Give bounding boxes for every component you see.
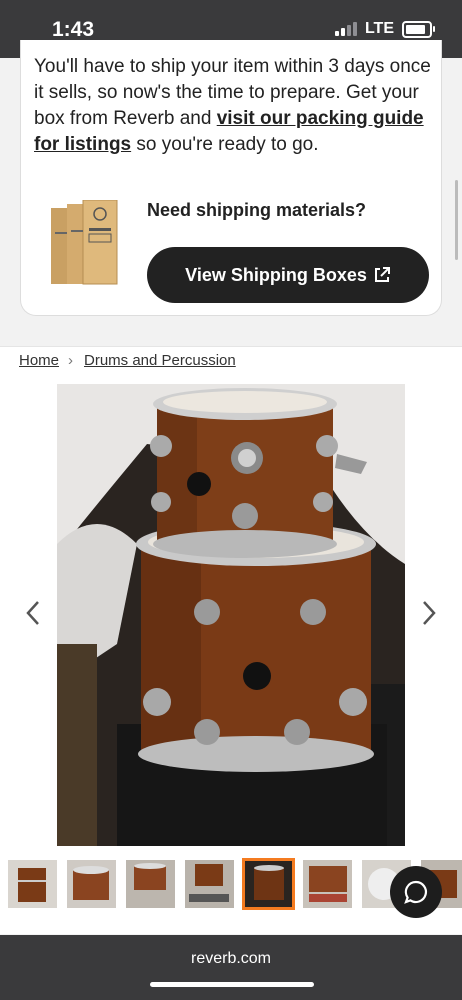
external-link-icon xyxy=(374,267,390,282)
breadcrumb-home-link[interactable]: Home xyxy=(19,352,59,369)
breadcrumb-category-link[interactable]: Drums and Percussion xyxy=(84,352,236,369)
need-materials-heading: Need shipping materials? xyxy=(147,200,367,220)
shipping-instructions: You'll have to ship your item within 3 d… xyxy=(34,54,434,158)
shipping-card: You'll have to ship your item within 3 d… xyxy=(20,40,442,316)
status-indicators: LTE xyxy=(334,20,435,38)
url-display[interactable]: reverb.com xyxy=(0,950,462,968)
shipping-boxes-image xyxy=(51,200,118,285)
signal-icon xyxy=(334,22,357,36)
shipping-button-label: View Shipping Boxes xyxy=(185,264,367,285)
thumbnail-selected[interactable] xyxy=(242,858,295,910)
chat-button[interactable] xyxy=(390,866,442,918)
instructions-text-end: so you're ready to go. xyxy=(131,134,319,155)
network-label: LTE xyxy=(364,20,394,37)
page-scrollbar[interactable] xyxy=(455,180,458,260)
gallery-prev-button[interactable] xyxy=(10,590,56,636)
home-indicator[interactable] xyxy=(150,982,314,987)
view-shipping-boxes-button[interactable]: View Shipping Boxes xyxy=(147,247,429,303)
thumbnail[interactable] xyxy=(67,860,116,908)
chevron-right-icon xyxy=(423,601,436,625)
thumbnail[interactable] xyxy=(303,860,352,908)
product-gallery xyxy=(0,382,462,846)
chevron-left-icon xyxy=(26,601,39,625)
battery-icon xyxy=(402,20,435,38)
status-time: 1:43 xyxy=(52,18,95,41)
thumbnail[interactable] xyxy=(185,860,234,908)
breadcrumb-separator: › xyxy=(68,352,73,369)
product-photo[interactable] xyxy=(57,384,405,846)
browser-bar: reverb.com xyxy=(0,935,462,1000)
chat-bubble-icon xyxy=(404,880,427,904)
breadcrumb: Home › Drums and Percussion xyxy=(0,346,462,383)
thumbnail[interactable] xyxy=(8,860,57,908)
gallery-next-button[interactable] xyxy=(406,590,452,636)
thumbnail[interactable] xyxy=(126,860,175,908)
